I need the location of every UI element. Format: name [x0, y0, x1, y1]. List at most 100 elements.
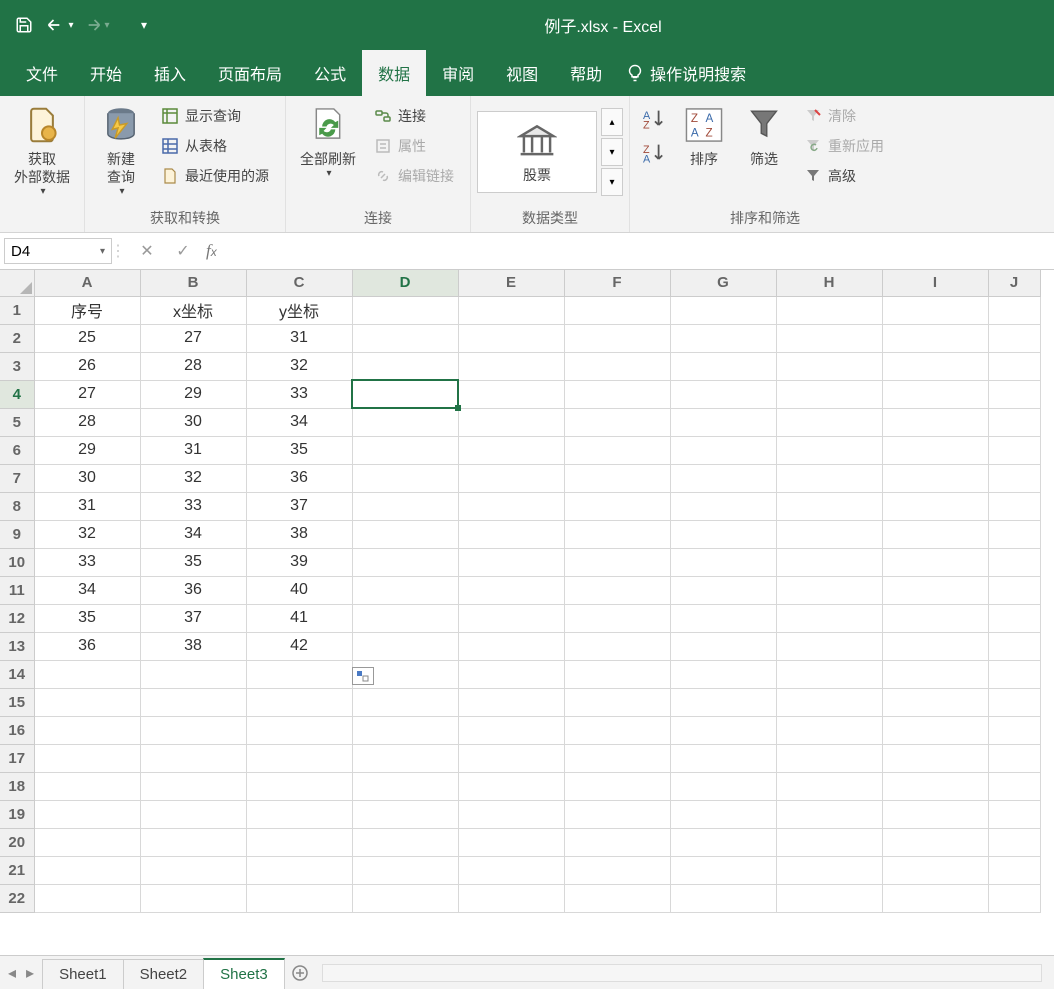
cell[interactable]: 31 [246, 324, 352, 352]
from-table-button[interactable]: 从表格 [155, 132, 275, 160]
cell[interactable] [776, 324, 882, 352]
cell[interactable] [882, 884, 988, 912]
cell[interactable]: 30 [140, 408, 246, 436]
row-header[interactable]: 8 [0, 492, 34, 520]
cell[interactable] [564, 688, 670, 716]
row-header[interactable]: 15 [0, 688, 34, 716]
cell[interactable] [882, 492, 988, 520]
cell[interactable] [564, 380, 670, 408]
cell[interactable] [988, 296, 1040, 324]
cell[interactable] [564, 296, 670, 324]
cell[interactable] [670, 464, 776, 492]
cell[interactable]: 33 [34, 548, 140, 576]
cell[interactable] [670, 296, 776, 324]
data-type-prev-button[interactable]: ▴ [601, 108, 623, 136]
cell[interactable]: 26 [34, 352, 140, 380]
cell[interactable] [988, 604, 1040, 632]
cell[interactable] [670, 548, 776, 576]
cell[interactable] [352, 716, 458, 744]
cell[interactable]: 34 [246, 408, 352, 436]
cell[interactable] [352, 548, 458, 576]
cell[interactable] [776, 548, 882, 576]
cell[interactable] [776, 632, 882, 660]
row-header[interactable]: 1 [0, 296, 34, 324]
cell[interactable] [670, 408, 776, 436]
cell[interactable] [564, 660, 670, 688]
cell[interactable] [140, 744, 246, 772]
cell[interactable]: 27 [34, 380, 140, 408]
cell[interactable] [882, 464, 988, 492]
cell[interactable] [670, 688, 776, 716]
cell[interactable] [34, 660, 140, 688]
recent-sources-button[interactable]: 最近使用的源 [155, 162, 275, 190]
cell[interactable] [988, 436, 1040, 464]
cell[interactable]: 30 [34, 464, 140, 492]
cell[interactable] [246, 772, 352, 800]
cell[interactable] [34, 716, 140, 744]
column-header[interactable]: C [246, 270, 352, 296]
cell[interactable]: 32 [140, 464, 246, 492]
cell[interactable]: 35 [34, 604, 140, 632]
cell[interactable] [564, 464, 670, 492]
cell[interactable] [458, 576, 564, 604]
cell[interactable] [988, 744, 1040, 772]
cell[interactable] [882, 856, 988, 884]
cell[interactable]: 31 [140, 436, 246, 464]
cell[interactable] [352, 688, 458, 716]
cell[interactable] [988, 828, 1040, 856]
cell[interactable] [988, 772, 1040, 800]
cell[interactable] [246, 660, 352, 688]
cell[interactable] [776, 352, 882, 380]
cell[interactable] [352, 352, 458, 380]
cell[interactable] [246, 856, 352, 884]
cell[interactable] [458, 520, 564, 548]
cell[interactable] [140, 828, 246, 856]
cell[interactable] [352, 632, 458, 660]
cell[interactable]: y坐标 [246, 296, 352, 324]
ribbon-tab-insert[interactable]: 插入 [138, 50, 202, 96]
cell[interactable]: 38 [140, 632, 246, 660]
cell[interactable] [352, 604, 458, 632]
cell[interactable] [988, 464, 1040, 492]
sheet-nav-prev-button[interactable]: ◂ [8, 963, 16, 983]
cell[interactable] [776, 800, 882, 828]
row-header[interactable]: 22 [0, 884, 34, 912]
cell[interactable] [882, 632, 988, 660]
select-all-corner[interactable] [0, 270, 34, 296]
cell[interactable]: 28 [34, 408, 140, 436]
cell[interactable] [34, 856, 140, 884]
get-external-data-button[interactable]: 获取 外部数据 ▾ [6, 100, 78, 201]
cell[interactable] [352, 324, 458, 352]
cell[interactable] [246, 744, 352, 772]
accept-formula-button[interactable]: ✓ [170, 238, 196, 264]
cell[interactable] [882, 520, 988, 548]
cell[interactable] [882, 660, 988, 688]
cell[interactable] [776, 772, 882, 800]
cell[interactable] [988, 800, 1040, 828]
cell[interactable]: 39 [246, 548, 352, 576]
cell[interactable] [776, 688, 882, 716]
cell[interactable] [670, 828, 776, 856]
cell[interactable] [882, 688, 988, 716]
cell[interactable] [564, 324, 670, 352]
cell[interactable] [352, 744, 458, 772]
cell[interactable] [670, 576, 776, 604]
row-header[interactable]: 20 [0, 828, 34, 856]
new-sheet-button[interactable] [284, 956, 316, 989]
cell[interactable] [776, 296, 882, 324]
cell[interactable] [564, 856, 670, 884]
cell[interactable] [34, 772, 140, 800]
formula-input[interactable] [227, 233, 1054, 269]
cell[interactable] [670, 604, 776, 632]
row-header[interactable]: 19 [0, 800, 34, 828]
row-header[interactable]: 7 [0, 464, 34, 492]
cell[interactable] [564, 520, 670, 548]
cell[interactable] [458, 744, 564, 772]
cell[interactable] [882, 772, 988, 800]
cell[interactable] [352, 408, 458, 436]
cell[interactable] [564, 716, 670, 744]
column-header[interactable]: F [564, 270, 670, 296]
cell[interactable] [458, 380, 564, 408]
new-query-button[interactable]: 新建 查询 ▾ [91, 100, 151, 201]
cell[interactable]: 28 [140, 352, 246, 380]
